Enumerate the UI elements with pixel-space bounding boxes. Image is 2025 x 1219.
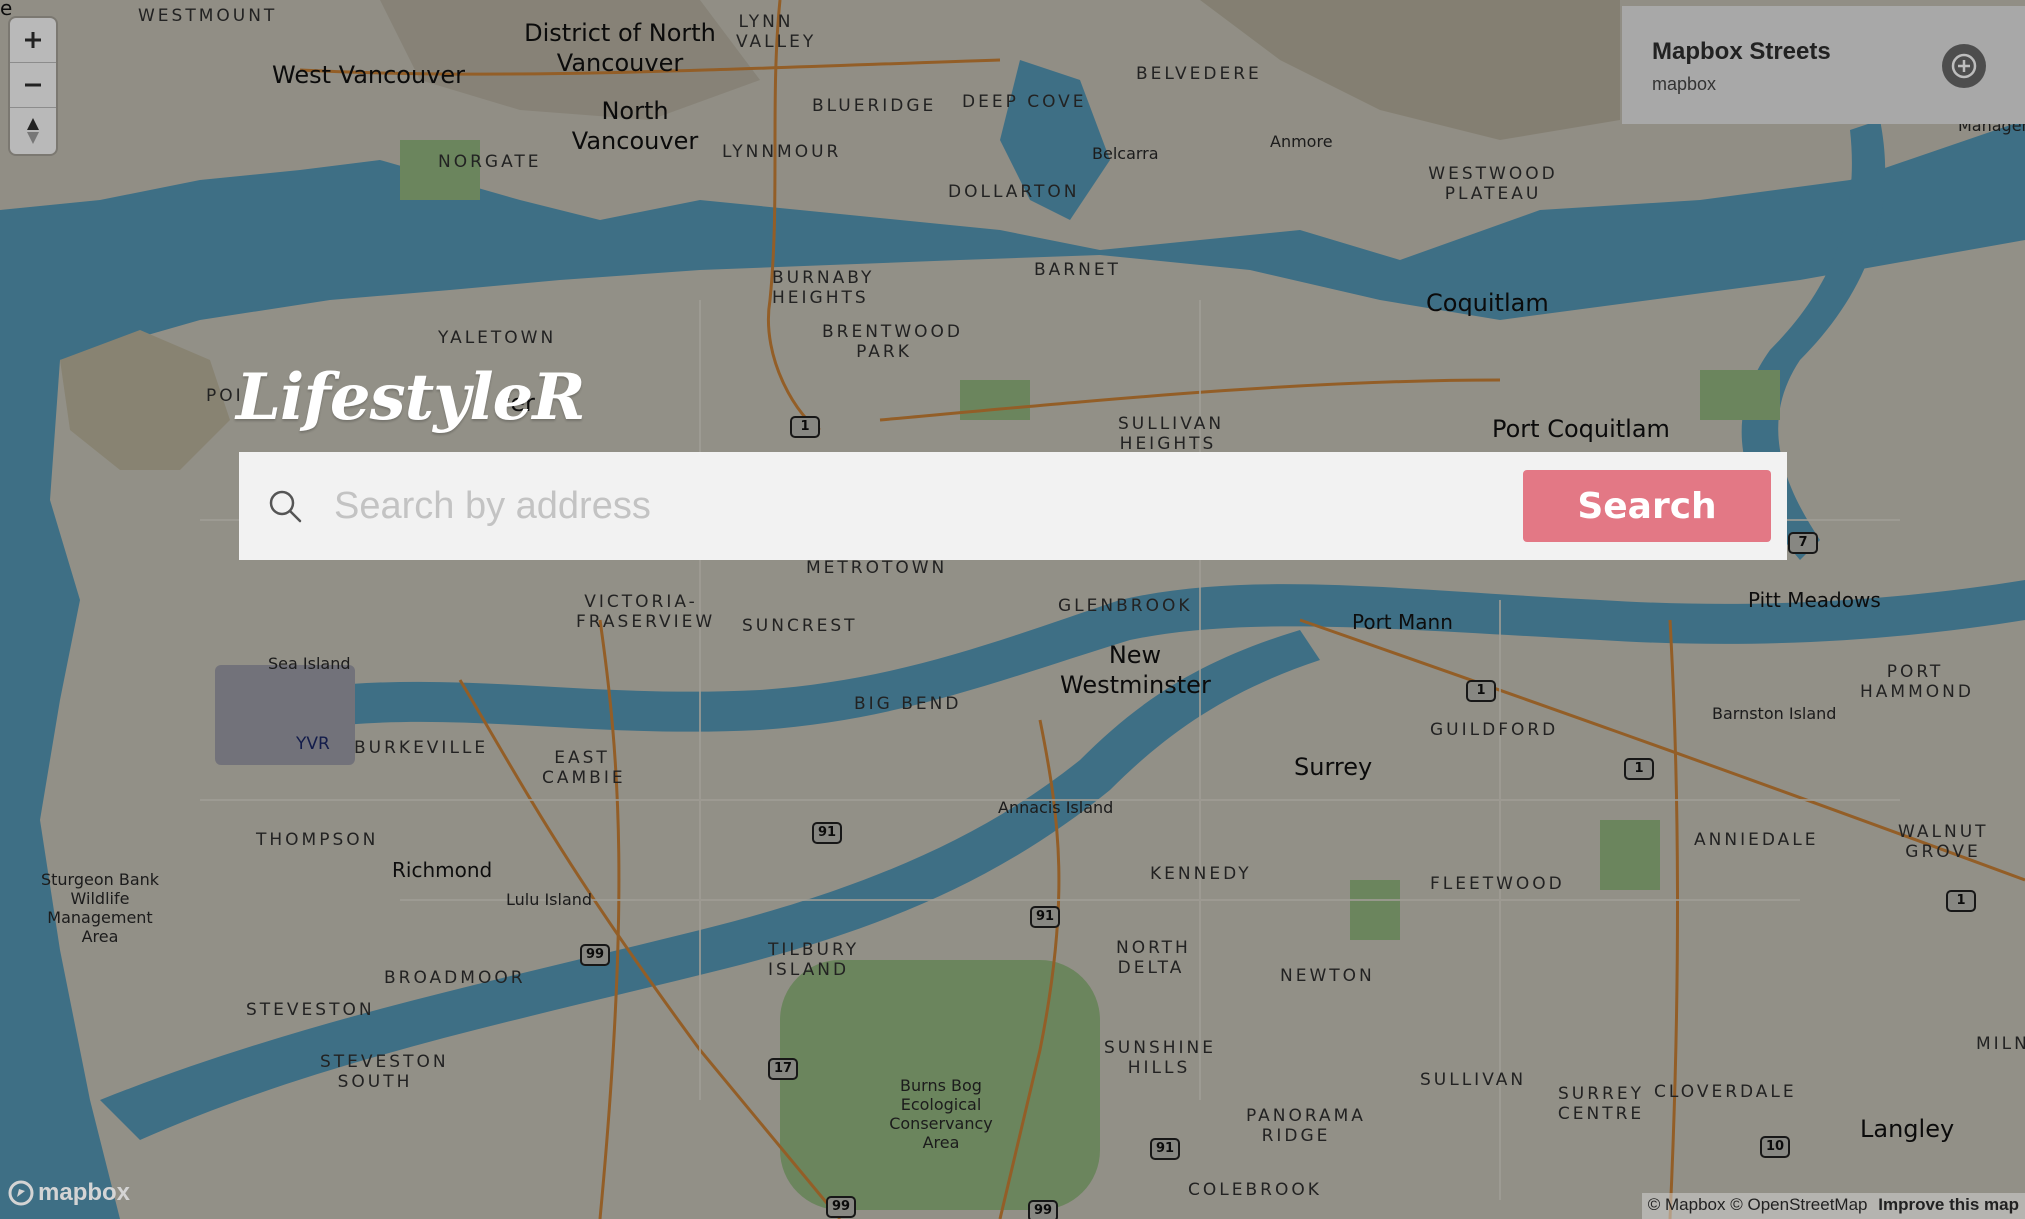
mapbox-logo[interactable]: mapbox: [8, 1179, 130, 1207]
minus-icon: [25, 83, 41, 87]
map-dim-overlay: [0, 0, 2025, 1219]
map-style-title: Mapbox Streets: [1652, 38, 1831, 65]
plus-icon: [25, 32, 41, 48]
zoom-out-button[interactable]: [10, 63, 56, 108]
compass-icon: [27, 117, 39, 144]
map-attribution: © Mapbox © OpenStreetMap Improve this ma…: [1641, 1193, 2025, 1219]
search-icon: [269, 490, 302, 523]
app-logo: LifestyleR: [236, 360, 586, 435]
style-switch-icon: [1951, 53, 1977, 79]
improve-map-link[interactable]: Improve this map: [1878, 1195, 2019, 1214]
map-style-subtitle: mapbox: [1652, 74, 1717, 94]
search-bar: Search: [239, 452, 1787, 560]
zoom-in-button[interactable]: [10, 18, 56, 63]
map-canvas[interactable]: WESTMOUNT West Vancouver District of Nor…: [0, 0, 2025, 1219]
attribution-osm-link[interactable]: © OpenStreetMap: [1730, 1195, 1867, 1214]
mapbox-logo-text: mapbox: [38, 1179, 131, 1206]
mapbox-logo-icon: [8, 1180, 34, 1206]
compass-button[interactable]: [10, 108, 56, 153]
map-navigation-control: [10, 18, 56, 154]
attribution-mapbox-link[interactable]: © Mapbox: [1648, 1195, 1726, 1214]
style-switch-button[interactable]: [1942, 44, 1986, 88]
map-style-switcher[interactable]: Mapbox Streets mapbox: [1622, 6, 2025, 124]
search-button[interactable]: Search: [1523, 470, 1771, 542]
